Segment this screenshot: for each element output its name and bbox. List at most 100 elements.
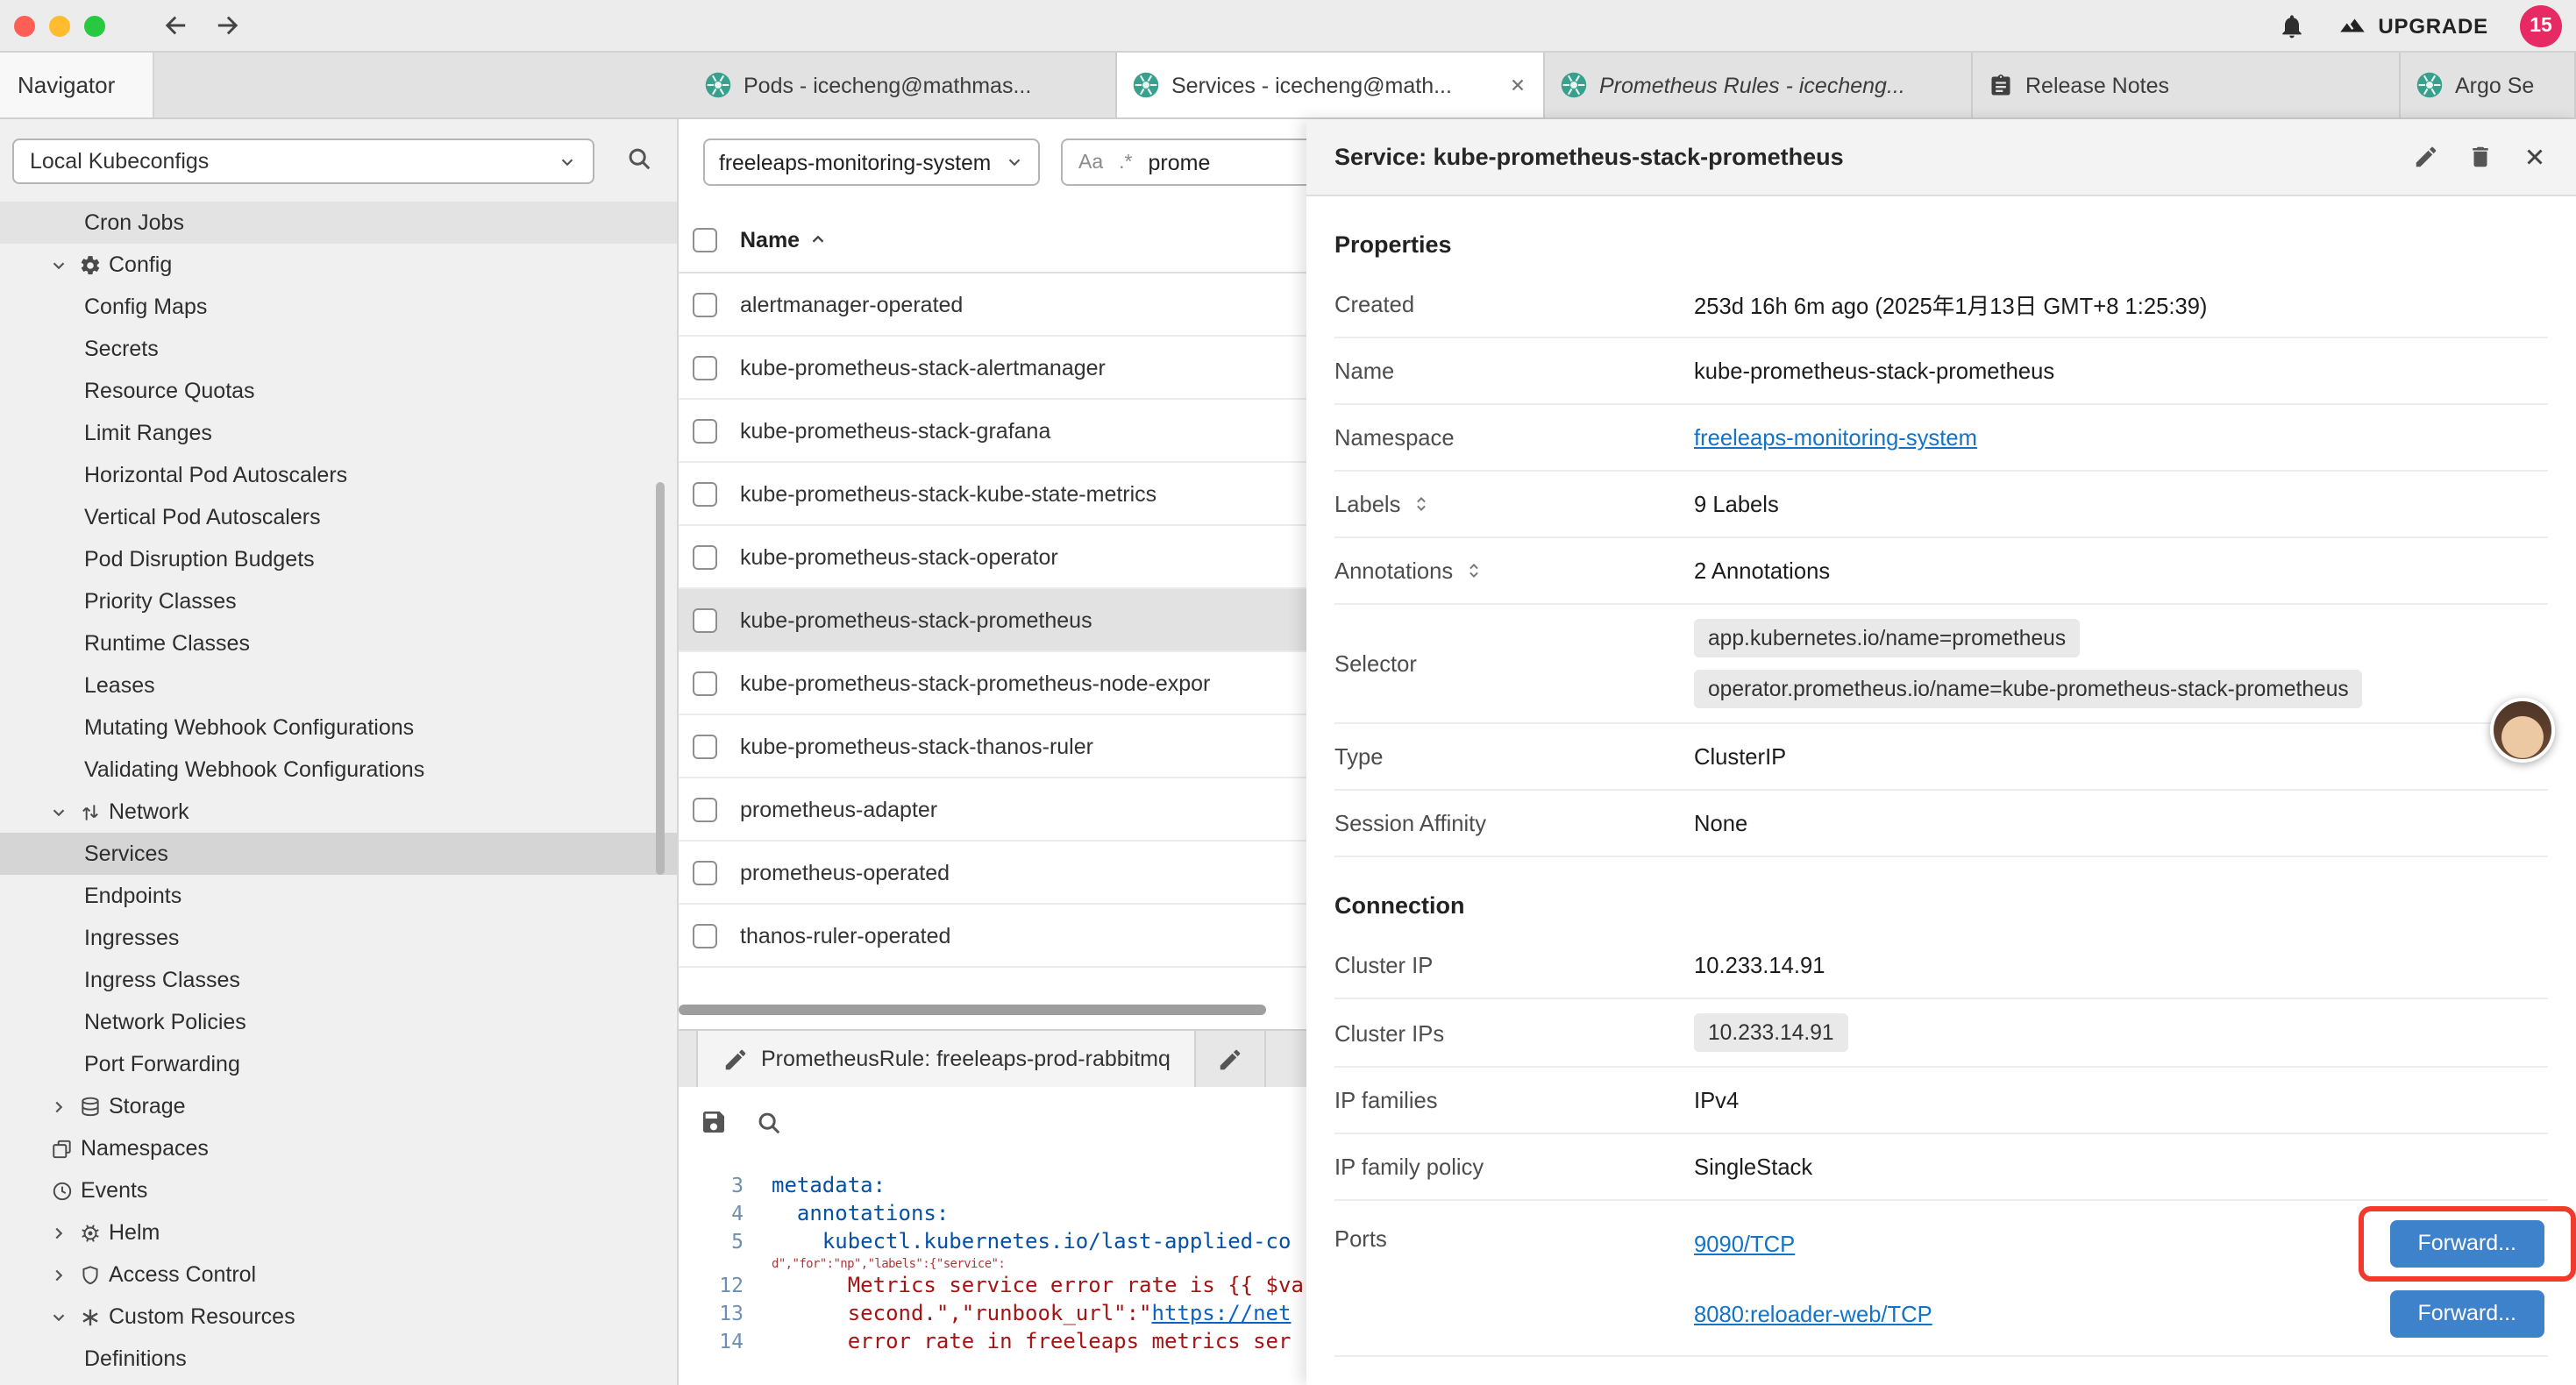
- service-name: kube-prometheus-stack-operator: [740, 544, 1058, 569]
- row-checkbox[interactable]: [693, 355, 717, 380]
- sidebar-item-label: Services: [84, 842, 168, 866]
- row-value: 2 Annotations: [1694, 558, 1830, 584]
- sidebar-item-access-control[interactable]: Access Control: [0, 1254, 677, 1296]
- sidebar-item-validating-webhook-configurations[interactable]: Validating Webhook Configurations: [0, 749, 677, 791]
- sidebar-item-mutating-webhook-configurations[interactable]: Mutating Webhook Configurations: [0, 707, 677, 749]
- forward-arrow-icon[interactable]: [212, 11, 242, 40]
- tab-services-icecheng-math[interactable]: Services - icecheng@math...: [1117, 53, 1545, 117]
- sidebar-item-helm[interactable]: Helm: [0, 1211, 677, 1254]
- match-case-toggle[interactable]: Aa: [1078, 152, 1103, 173]
- dock-tab-next[interactable]: [1197, 1031, 1267, 1087]
- regex-toggle[interactable]: .*: [1119, 152, 1132, 173]
- chevron-right-icon[interactable]: [42, 1223, 74, 1242]
- dock-tab-prometheusrule[interactable]: PrometheusRule: freeleaps-prod-rabbitmq: [696, 1031, 1197, 1087]
- sidebar-item-label: Resource Quotas: [84, 379, 255, 403]
- sidebar-item-horizontal-pod-autoscalers[interactable]: Horizontal Pod Autoscalers: [0, 454, 677, 496]
- tab-pods-icecheng-mathmas[interactable]: Pods - icecheng@mathmas...: [689, 53, 1117, 117]
- sidebar-item-custom-resources[interactable]: Custom Resources: [0, 1296, 677, 1338]
- navigator-panel-tab[interactable]: Navigator: [0, 53, 154, 117]
- close-icon[interactable]: [2522, 144, 2548, 170]
- port-link[interactable]: 9090/TCP: [1694, 1230, 1795, 1256]
- tab-label: Pods - icecheng@mathmas...: [744, 73, 1099, 97]
- service-name: kube-prometheus-stack-grafana: [740, 418, 1050, 443]
- tab-label: Argo Se: [2455, 73, 2558, 97]
- sidebar-item-events[interactable]: Events: [0, 1169, 677, 1211]
- sidebar-item-cron-jobs[interactable]: Cron Jobs: [0, 202, 677, 244]
- sidebar-item-network[interactable]: Network: [0, 791, 677, 833]
- expand-toggle-icon[interactable]: [1463, 561, 1483, 580]
- save-button[interactable]: [700, 1108, 728, 1136]
- drawer-row-ports: Ports9090/TCP Forward... 8080:reloader-web…: [1334, 1201, 2548, 1357]
- sidebar-item-label: Pod Disruption Budgets: [84, 547, 315, 572]
- sidebar-item-vertical-pod-autoscalers[interactable]: Vertical Pod Autoscalers: [0, 496, 677, 538]
- row-checkbox[interactable]: [693, 797, 717, 821]
- sidebar-item-secrets[interactable]: Secrets: [0, 328, 677, 370]
- sidebar-item-port-forwarding[interactable]: Port Forwarding: [0, 1043, 677, 1085]
- sidebar-item-config-maps[interactable]: Config Maps: [0, 286, 677, 328]
- sidebar-item-services[interactable]: Services: [0, 833, 677, 875]
- row-label: Labels: [1334, 491, 1694, 517]
- traffic-light-zoom[interactable]: [84, 15, 105, 36]
- row-checkbox[interactable]: [693, 734, 717, 758]
- row-checkbox[interactable]: [693, 418, 717, 443]
- tab-release-notes[interactable]: Release Notes: [1973, 53, 2401, 117]
- delete-button[interactable]: [2467, 144, 2494, 170]
- namespace-filter-select[interactable]: freeleaps-monitoring-system: [703, 138, 1040, 186]
- row-checkbox[interactable]: [693, 607, 717, 632]
- sidebar-scrollbar[interactable]: [656, 482, 665, 875]
- sidebar-item-definitions[interactable]: Definitions: [0, 1338, 677, 1380]
- assistant-avatar[interactable]: [2490, 698, 2555, 763]
- expand-toggle-icon[interactable]: [1411, 494, 1430, 514]
- port-forward-button[interactable]: Forward...: [2389, 1219, 2544, 1267]
- row-checkbox[interactable]: [693, 671, 717, 695]
- sidebar-item-storage[interactable]: Storage: [0, 1085, 677, 1127]
- tab-prometheus-rules-icecheng[interactable]: Prometheus Rules - icecheng...: [1545, 53, 1973, 117]
- sidebar-item-network-policies[interactable]: Network Policies: [0, 1001, 677, 1043]
- kubeconfig-selector[interactable]: Local Kubeconfigs: [12, 138, 594, 184]
- sidebar-item-leases[interactable]: Leases: [0, 664, 677, 707]
- row-label: Ports: [1334, 1225, 1694, 1252]
- editor-search-icon[interactable]: [756, 1109, 782, 1135]
- drawer-title: Service: kube-prometheus-stack-prometheu…: [1334, 144, 2413, 170]
- sidebar-item-ingresses[interactable]: Ingresses: [0, 917, 677, 959]
- horizontal-scrollbar[interactable]: [679, 1005, 1266, 1015]
- edit-button[interactable]: [2413, 144, 2439, 170]
- upgrade-button[interactable]: UPGRADE: [2338, 12, 2488, 39]
- storage-icon: [74, 1095, 105, 1118]
- port-link[interactable]: 8080:reloader-web/TCP: [1694, 1300, 1932, 1326]
- tab-argo-se[interactable]: Argo Se: [2401, 53, 2576, 117]
- sidebar-item-priority-classes[interactable]: Priority Classes: [0, 580, 677, 622]
- sidebar-item-label: Access Control: [109, 1262, 256, 1287]
- row-checkbox[interactable]: [693, 292, 717, 316]
- port-forward-button[interactable]: Forward...: [2389, 1289, 2544, 1337]
- row-checkbox[interactable]: [693, 923, 717, 948]
- sidebar-item-resource-quotas[interactable]: Resource Quotas: [0, 370, 677, 412]
- row-checkbox[interactable]: [693, 481, 717, 506]
- notification-count-badge[interactable]: 15: [2520, 4, 2562, 46]
- traffic-light-minimize[interactable]: [49, 15, 70, 36]
- traffic-light-close[interactable]: [14, 15, 35, 36]
- sidebar-item-limit-ranges[interactable]: Limit Ranges: [0, 412, 677, 454]
- sidebar-item-pod-disruption-budgets[interactable]: Pod Disruption Budgets: [0, 538, 677, 580]
- back-arrow-icon[interactable]: [161, 11, 191, 40]
- sidebar-item-runtime-classes[interactable]: Runtime Classes: [0, 622, 677, 664]
- sidebar-item-ingress-classes[interactable]: Ingress Classes: [0, 959, 677, 1001]
- drawer-row-session-affinity: Session AffinityNone: [1334, 791, 2548, 857]
- chevron-right-icon[interactable]: [42, 1097, 74, 1116]
- chevron-down-icon[interactable]: [42, 255, 74, 274]
- service-name: kube-prometheus-stack-prometheus: [740, 607, 1092, 632]
- notifications-bell-icon[interactable]: [2278, 11, 2306, 39]
- chevron-down-icon[interactable]: [42, 1307, 74, 1326]
- sidebar-search-icon[interactable]: [626, 146, 652, 172]
- row-checkbox[interactable]: [693, 544, 717, 569]
- row-checkbox[interactable]: [693, 860, 717, 884]
- chevron-down-icon[interactable]: [42, 802, 74, 821]
- sidebar-item-namespaces[interactable]: Namespaces: [0, 1127, 677, 1169]
- sidebar-item-endpoints[interactable]: Endpoints: [0, 875, 677, 917]
- chevron-right-icon[interactable]: [42, 1265, 74, 1284]
- sidebar-item-config[interactable]: Config: [0, 244, 677, 286]
- tab-close-icon[interactable]: [1508, 75, 1527, 95]
- namespace-link[interactable]: freeleaps-monitoring-system: [1694, 424, 1977, 451]
- select-all-checkbox[interactable]: [693, 227, 717, 252]
- column-header-name[interactable]: Name: [740, 227, 828, 252]
